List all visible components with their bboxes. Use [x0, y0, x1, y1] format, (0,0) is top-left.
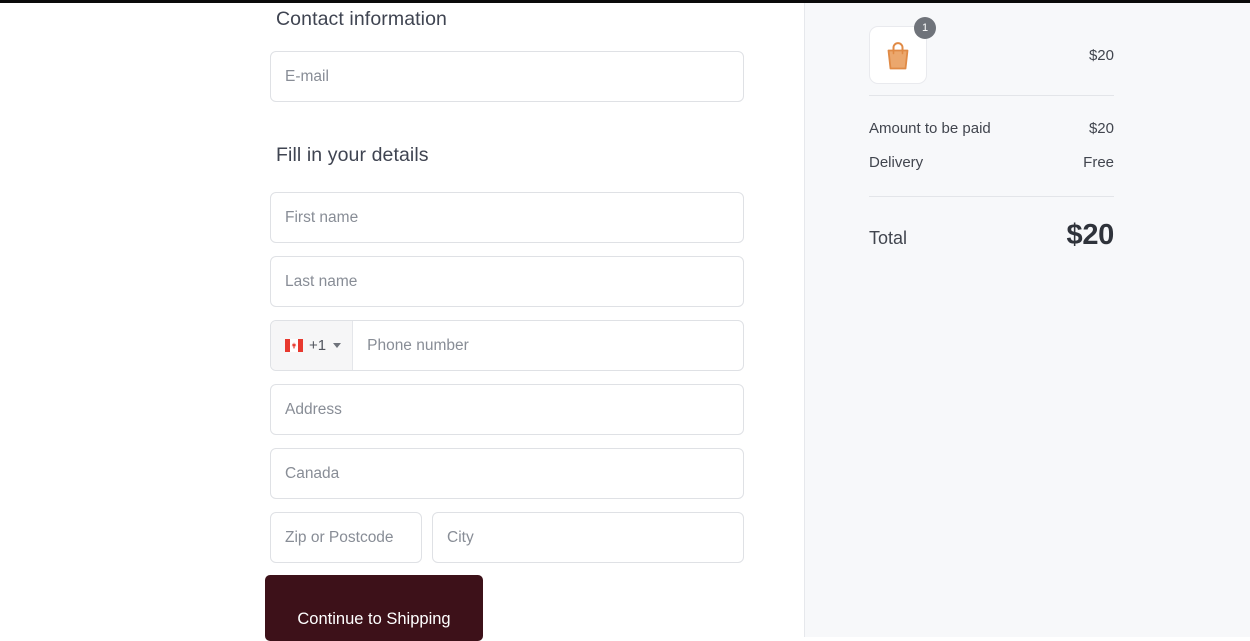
checkout-form: Contact information E-mail Fill in your …: [270, 3, 744, 563]
dial-code-label: +1: [309, 337, 327, 354]
last-name-field[interactable]: Last name: [270, 256, 744, 307]
continue-to-shipping-button[interactable]: Continue to Shipping: [265, 575, 483, 641]
order-product-row: 1 $20: [869, 3, 1114, 95]
contact-information-heading: Contact information: [276, 8, 447, 30]
order-summary-content: 1 $20 Amount to be paid $20 Delivery Fre…: [869, 3, 1114, 252]
summary-line-amount-value: $20: [1088, 120, 1114, 137]
maple-leaf-icon: [291, 342, 297, 349]
country-select[interactable]: Canada: [270, 448, 744, 499]
chevron-down-icon: [333, 343, 342, 348]
product-quantity-badge: 1: [914, 17, 936, 39]
product-thumbnail-wrap[interactable]: 1: [869, 17, 936, 84]
checkout-form-column: Contact information E-mail Fill in your …: [0, 3, 805, 641]
phone-number-row: +1 Phone number: [270, 320, 744, 371]
zip-city-row: Zip or Postcode City: [270, 512, 744, 563]
phone-number-field[interactable]: Phone number: [353, 321, 743, 370]
summary-line-delivery-value: Free: [1083, 154, 1114, 171]
product-price: $20: [1088, 46, 1114, 64]
first-name-field[interactable]: First name: [270, 192, 744, 243]
summary-line-amount: Amount to be paid $20: [869, 120, 1114, 137]
city-field[interactable]: City: [432, 512, 744, 563]
total-value: $20: [1066, 219, 1115, 251]
fill-in-your-details-heading: Fill in your details: [276, 144, 429, 166]
summary-divider-top: [869, 95, 1114, 96]
address-field[interactable]: Address: [270, 384, 744, 435]
country-dial-code-selector[interactable]: +1: [271, 321, 354, 370]
shopping-bag-icon: [887, 41, 909, 69]
summary-divider-bottom: [869, 196, 1114, 197]
total-label: Total: [869, 228, 908, 248]
summary-total-row: Total $20: [869, 219, 1114, 252]
zip-postcode-field[interactable]: Zip or Postcode: [270, 512, 422, 563]
summary-line-delivery-label: Delivery: [869, 154, 924, 171]
email-field[interactable]: E-mail: [270, 51, 744, 102]
checkout-page: Contact information E-mail Fill in your …: [0, 3, 1250, 641]
order-summary-panel: 1 $20 Amount to be paid $20 Delivery Fre…: [805, 3, 1250, 637]
summary-line-amount-label: Amount to be paid: [869, 120, 991, 137]
summary-line-delivery: Delivery Free: [869, 154, 1114, 171]
canada-flag-icon: [285, 339, 303, 352]
